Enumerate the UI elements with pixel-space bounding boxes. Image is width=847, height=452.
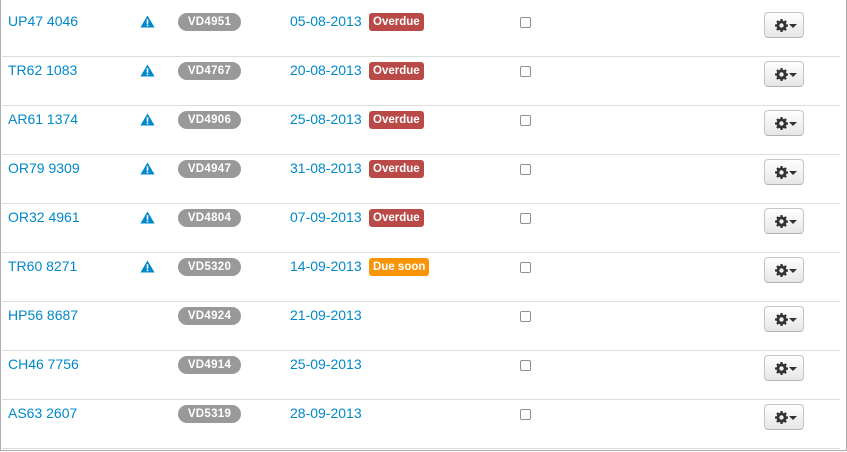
vehicle-id-badge: VD4947 (178, 160, 241, 178)
warning-triangle-icon (140, 113, 155, 126)
actions-dropdown-button[interactable] (764, 404, 804, 430)
gear-icon (775, 362, 788, 375)
row-select-checkbox[interactable] (520, 66, 531, 77)
table-row: HP56 8687 VD4924 21-09-2013 (2, 302, 840, 351)
caret-down-icon (789, 171, 797, 175)
actions-dropdown-button[interactable] (764, 355, 804, 381)
registration-link[interactable]: AR61 1374 (8, 111, 78, 127)
status-badge: Overdue (369, 111, 424, 129)
gear-icon (775, 68, 788, 81)
gear-icon (775, 264, 788, 277)
due-date-link[interactable]: 05-08-2013 (290, 13, 362, 29)
gear-icon (775, 166, 788, 179)
actions-dropdown-button[interactable] (764, 208, 804, 234)
actions-dropdown-button[interactable] (764, 12, 804, 38)
gear-icon (775, 313, 788, 326)
actions-dropdown-button[interactable] (764, 159, 804, 185)
caret-down-icon (789, 220, 797, 224)
caret-down-icon (789, 73, 797, 77)
gear-icon (775, 411, 788, 424)
status-badge: Overdue (369, 160, 424, 178)
vehicle-id-badge: VD5320 (178, 258, 241, 276)
due-date-link[interactable]: 31-08-2013 (290, 160, 362, 176)
vehicle-id-badge: VD4767 (178, 62, 241, 80)
caret-down-icon (789, 24, 797, 28)
registration-link[interactable]: AS63 2607 (8, 405, 77, 421)
gear-icon (775, 19, 788, 32)
warning-triangle-icon (140, 64, 155, 77)
status-badge: Overdue (369, 62, 424, 80)
status-badge: Overdue (369, 209, 424, 227)
warning-triangle-icon (140, 211, 155, 224)
row-select-checkbox[interactable] (520, 115, 531, 126)
row-select-checkbox[interactable] (520, 311, 531, 322)
status-badge: Due soon (369, 258, 430, 276)
registration-link[interactable]: OR79 9309 (8, 160, 80, 176)
due-date-link[interactable]: 21-09-2013 (290, 307, 362, 323)
table-row: CH46 7756 VD4914 25-09-2013 (2, 351, 840, 400)
vehicle-id-badge: VD4951 (178, 13, 241, 31)
due-date-link[interactable]: 20-08-2013 (290, 62, 362, 78)
due-date-link[interactable]: 07-09-2013 (290, 209, 362, 225)
table-row: OR32 4961 VD4804 07-09-2013 Overdue (2, 204, 840, 253)
registration-link[interactable]: CH46 7756 (8, 356, 79, 372)
caret-down-icon (789, 367, 797, 371)
caret-down-icon (789, 318, 797, 322)
registration-link[interactable]: HP56 8687 (8, 307, 78, 323)
registration-link[interactable]: UP47 4046 (8, 13, 78, 29)
vehicle-id-badge: VD4914 (178, 356, 241, 374)
row-select-checkbox[interactable] (520, 213, 531, 224)
table-row: UP47 4046 VD4951 05-08-2013 Overdue (2, 8, 840, 57)
table-row: AS63 2607 VD5319 28-09-2013 (2, 400, 840, 449)
due-date-link[interactable]: 28-09-2013 (290, 405, 362, 421)
actions-dropdown-button[interactable] (764, 257, 804, 283)
actions-dropdown-button[interactable] (764, 306, 804, 332)
caret-down-icon (789, 122, 797, 126)
table-row: AR61 1374 VD4906 25-08-2013 Overdue (2, 106, 840, 155)
gear-icon (775, 215, 788, 228)
caret-down-icon (789, 416, 797, 420)
due-date-link[interactable]: 14-09-2013 (290, 258, 362, 274)
row-select-checkbox[interactable] (520, 164, 531, 175)
row-select-checkbox[interactable] (520, 262, 531, 273)
table-row: TR62 1083 VD4767 20-08-2013 Overdue (2, 57, 840, 106)
vehicle-table: UP47 4046 VD4951 05-08-2013 Overdue TR62… (0, 0, 847, 451)
registration-link[interactable]: TR60 8271 (8, 258, 77, 274)
due-date-link[interactable]: 25-08-2013 (290, 111, 362, 127)
caret-down-icon (789, 269, 797, 273)
vehicle-id-badge: VD5319 (178, 405, 241, 423)
actions-dropdown-button[interactable] (764, 61, 804, 87)
gear-icon (775, 117, 788, 130)
due-date-link[interactable]: 25-09-2013 (290, 356, 362, 372)
warning-triangle-icon (140, 162, 155, 175)
registration-link[interactable]: TR62 1083 (8, 62, 77, 78)
row-select-checkbox[interactable] (520, 17, 531, 28)
table-row: OR79 9309 VD4947 31-08-2013 Overdue (2, 155, 840, 204)
actions-dropdown-button[interactable] (764, 110, 804, 136)
registration-link[interactable]: OR32 4961 (8, 209, 80, 225)
status-badge: Overdue (369, 13, 424, 31)
vehicle-id-badge: VD4804 (178, 209, 241, 227)
vehicle-id-badge: VD4906 (178, 111, 241, 129)
warning-triangle-icon (140, 260, 155, 273)
table-row: TR60 8271 VD5320 14-09-2013 Due soon (2, 253, 840, 302)
row-select-checkbox[interactable] (520, 360, 531, 371)
warning-triangle-icon (140, 15, 155, 28)
vehicle-id-badge: VD4924 (178, 307, 241, 325)
row-select-checkbox[interactable] (520, 409, 531, 420)
